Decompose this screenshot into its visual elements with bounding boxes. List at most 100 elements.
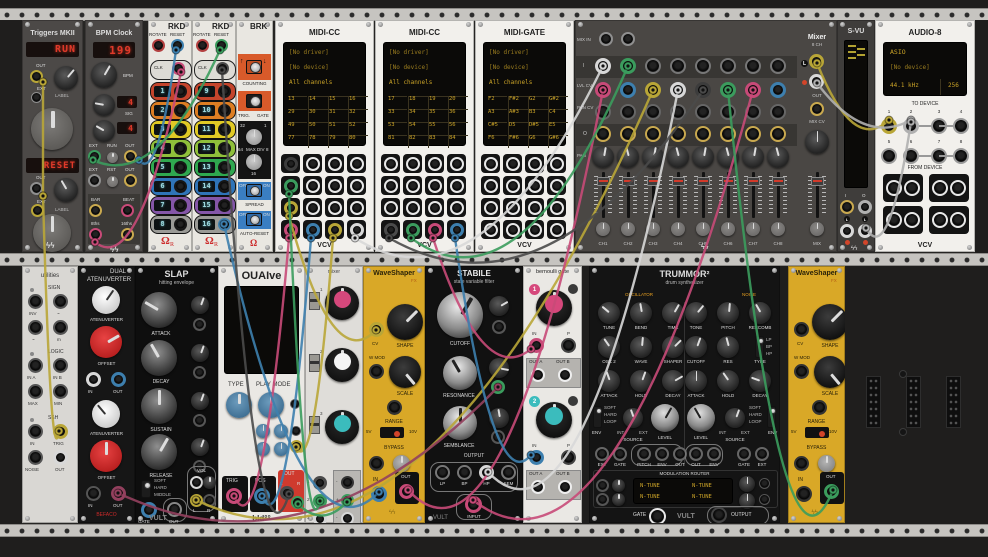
noise-env-switch[interactable] <box>767 406 776 428</box>
midi-jack-cell[interactable] <box>503 176 522 195</box>
mute-button[interactable] <box>810 222 824 236</box>
scale-knob[interactable] <box>814 356 845 388</box>
noise-knob[interactable] <box>749 302 771 324</box>
midi-jack[interactable] <box>450 157 464 171</box>
mute-button[interactable] <box>771 222 785 236</box>
midi-jack[interactable] <box>328 223 342 237</box>
midi-jack[interactable] <box>328 179 342 193</box>
vol-l-jack[interactable] <box>190 476 203 489</box>
resonance-knob[interactable] <box>443 356 477 390</box>
midi-jack[interactable] <box>284 201 298 215</box>
out-r-jack[interactable] <box>291 496 304 509</box>
router-cv1-jack[interactable] <box>596 479 609 492</box>
mini-fader[interactable] <box>309 354 320 372</box>
midi-jack-cell[interactable] <box>303 198 322 217</box>
osc-ext-jack[interactable] <box>595 447 609 461</box>
vu-out-r-jack[interactable] <box>858 224 872 238</box>
out-b-jack[interactable] <box>558 368 572 382</box>
ch-level-cv-jack[interactable] <box>770 82 786 98</box>
ext2-jack[interactable] <box>31 204 44 217</box>
osc-source-knob[interactable] <box>623 408 643 428</box>
eighths-jack[interactable] <box>89 228 102 241</box>
divider-out-jack[interactable] <box>218 180 231 193</box>
sign-out-jack[interactable] <box>53 294 68 309</box>
bypass-jack[interactable] <box>794 456 809 471</box>
pan-knob[interactable] <box>692 146 714 168</box>
vu-out-l-jack[interactable] <box>858 200 872 214</box>
reset-out-jack[interactable] <box>124 174 137 187</box>
divider-out-jack[interactable] <box>174 180 187 193</box>
ch-level-cv-jack[interactable] <box>595 82 611 98</box>
reset-jack[interactable] <box>215 39 228 52</box>
midi-jack[interactable] <box>450 201 464 215</box>
bypass-button[interactable] <box>393 455 410 472</box>
midi-jack-cell[interactable] <box>303 176 322 195</box>
from-device-jack[interactable] <box>932 180 948 196</box>
divider-out-jack[interactable] <box>174 104 187 117</box>
offset-1-knob[interactable] <box>90 326 122 358</box>
midi-jack-cell[interactable] <box>447 176 466 195</box>
midi-jack-cell[interactable] <box>403 154 422 173</box>
fader-handle[interactable] <box>647 177 660 186</box>
in-2-jack[interactable] <box>86 486 101 501</box>
noise-env-jack[interactable] <box>707 447 721 461</box>
router-cv3-jack[interactable] <box>759 478 770 489</box>
ch-out-jack[interactable] <box>620 126 636 142</box>
midi-jack[interactable] <box>406 201 420 215</box>
divider-out-jack[interactable] <box>174 142 187 155</box>
midi-jack[interactable] <box>428 157 442 171</box>
ext-jack[interactable] <box>31 92 42 103</box>
midi-jack[interactable] <box>350 179 364 193</box>
ch-level-cv-jack[interactable] <box>645 82 661 98</box>
midi-jack-cell[interactable] <box>381 176 400 195</box>
midi-jack-cell[interactable] <box>281 176 300 195</box>
scale-cv-jack[interactable] <box>387 400 402 415</box>
midi-jack-cell[interactable] <box>381 154 400 173</box>
mute-button[interactable] <box>721 222 735 236</box>
midi-jack[interactable] <box>450 179 464 193</box>
midi-jack[interactable] <box>550 179 564 193</box>
ch-in-jack[interactable] <box>745 58 761 74</box>
midi-jack-cell[interactable] <box>281 154 300 173</box>
midi-jack-cell[interactable] <box>347 198 366 217</box>
bar-jack[interactable] <box>89 204 102 217</box>
midi-jack[interactable] <box>484 157 498 171</box>
cutoff-knob[interactable] <box>437 292 483 338</box>
logic-a-jack[interactable] <box>28 358 43 373</box>
param2-knob[interactable] <box>256 442 270 456</box>
mute-button[interactable] <box>671 222 685 236</box>
osc-knob[interactable] <box>630 302 652 324</box>
midi-jack-cell[interactable] <box>503 198 522 217</box>
midi-jack[interactable] <box>306 223 320 237</box>
router-amt1-knob[interactable] <box>612 479 625 492</box>
midi-jack[interactable] <box>284 157 298 171</box>
fader-handle[interactable] <box>622 177 635 186</box>
midi-jack[interactable] <box>350 201 364 215</box>
midi-jack[interactable] <box>428 201 442 215</box>
vu-in-l-jack[interactable] <box>840 200 854 214</box>
level-knob[interactable] <box>325 348 359 382</box>
divider-out-jack[interactable] <box>218 218 231 231</box>
midi-jack-cell[interactable] <box>425 154 444 173</box>
midi-jack-cell[interactable] <box>447 154 466 173</box>
midi-jack-cell[interactable] <box>403 198 422 217</box>
ch-in-jack[interactable] <box>670 58 686 74</box>
divider-out-jack[interactable] <box>218 142 231 155</box>
ch-level-cv-jack[interactable] <box>695 82 711 98</box>
ch-pan-cv-jack[interactable] <box>770 104 786 120</box>
ch-in-jack[interactable] <box>645 58 661 74</box>
pan-knob[interactable] <box>667 146 689 168</box>
param2-fine-knob[interactable] <box>274 442 288 456</box>
mode-button[interactable] <box>568 284 578 294</box>
autoreset-switch[interactable] <box>246 213 262 226</box>
probability-knob[interactable] <box>536 402 572 438</box>
midi-jack-cell[interactable] <box>403 220 422 239</box>
mute-button[interactable] <box>596 222 610 236</box>
ch-in-jack[interactable] <box>720 58 736 74</box>
midi-jack[interactable] <box>484 179 498 193</box>
mini-fader[interactable] <box>309 416 320 434</box>
attack-mod-knob[interactable] <box>191 296 209 314</box>
midi-jack-cell[interactable] <box>425 176 444 195</box>
mute-button[interactable] <box>646 222 660 236</box>
cv-jack[interactable] <box>794 322 809 337</box>
